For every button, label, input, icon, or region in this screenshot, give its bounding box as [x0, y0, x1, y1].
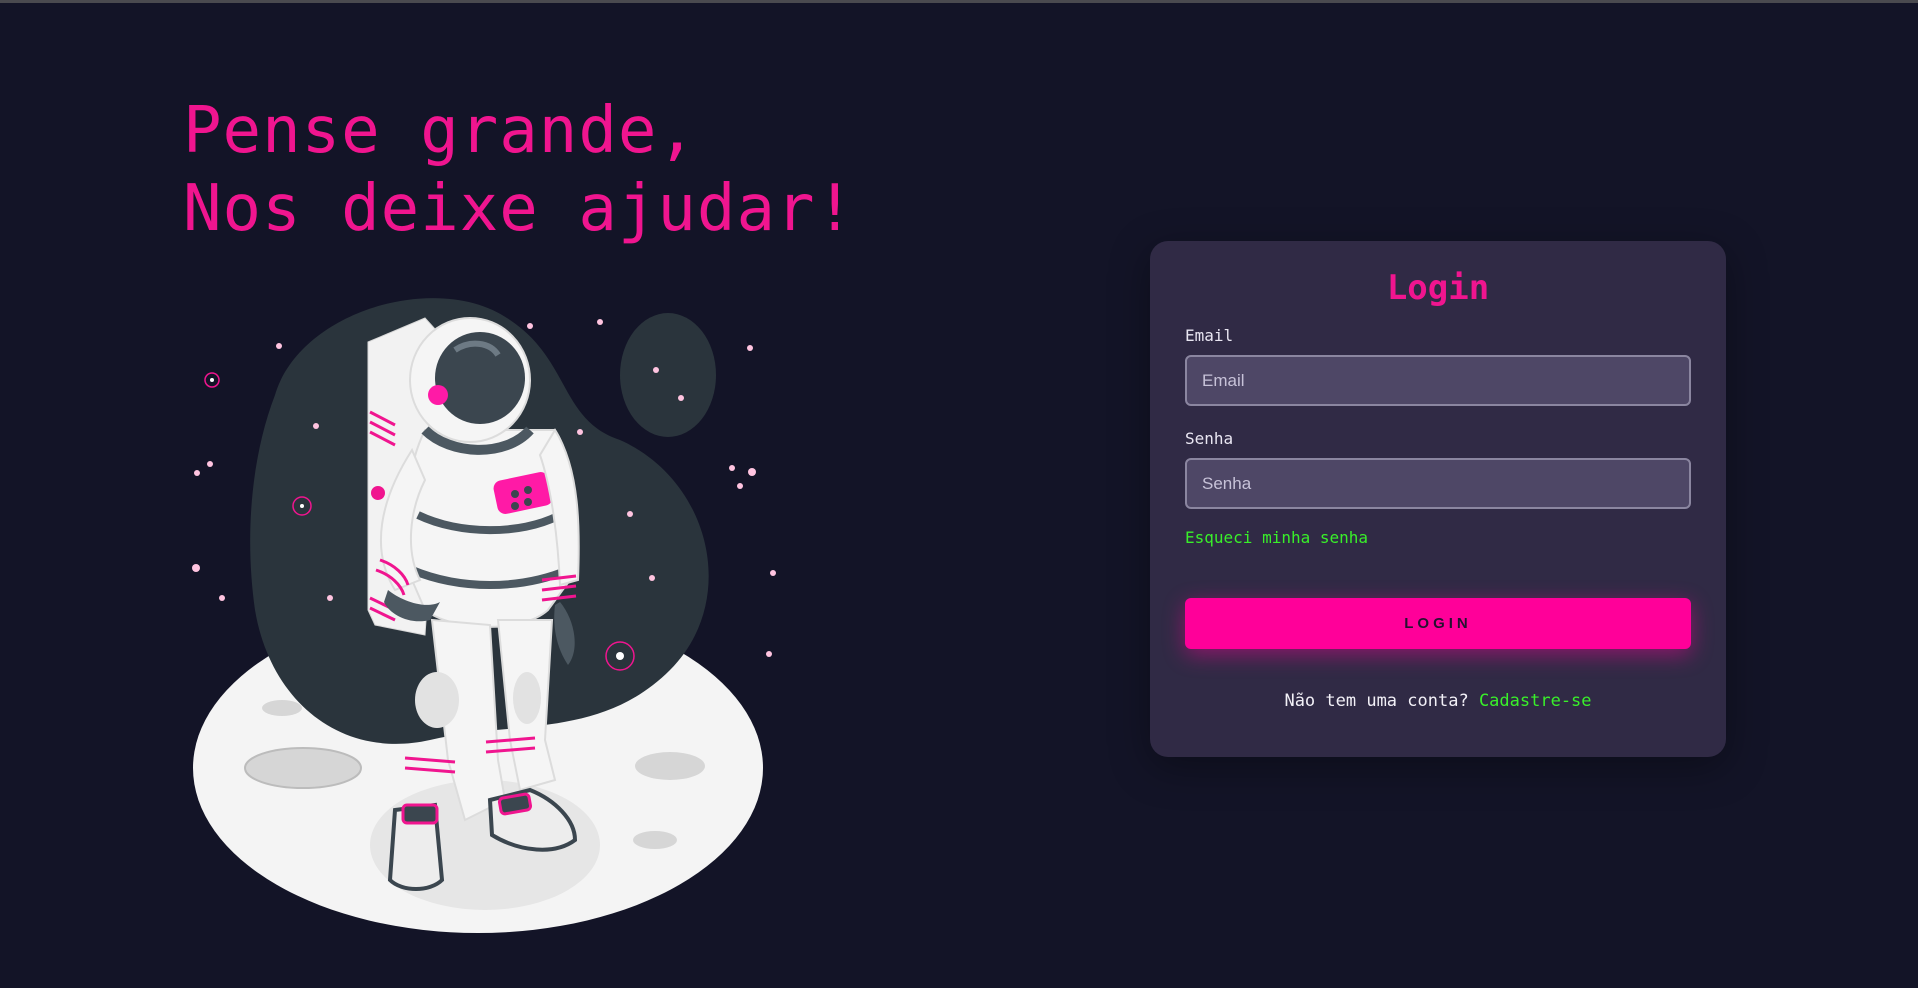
no-account-text: Não tem uma conta?: [1284, 691, 1469, 711]
password-input[interactable]: [1185, 458, 1691, 509]
email-input[interactable]: [1185, 355, 1691, 406]
astronaut-illustration: [192, 298, 776, 933]
login-title: Login: [1386, 268, 1490, 308]
email-label: Email: [1185, 326, 1234, 345]
signup-prompt: Não tem uma conta? Cadastre-se: [1150, 691, 1726, 711]
hero-headline: Pense grande, Nos deixe ajudar!: [183, 92, 855, 248]
hero-line-2: Nos deixe ajudar!: [183, 172, 856, 246]
signup-link[interactable]: Cadastre-se: [1479, 691, 1592, 711]
login-button[interactable]: LOGIN: [1185, 598, 1691, 649]
window-top-border: [0, 0, 1918, 3]
password-label: Senha: [1185, 429, 1234, 448]
hero-line-1: Pense grande,: [183, 94, 697, 168]
forgot-password-link[interactable]: Esqueci minha senha: [1185, 528, 1368, 547]
